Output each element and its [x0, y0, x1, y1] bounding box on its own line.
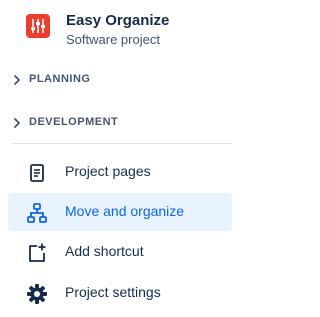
page-icon: [26, 162, 48, 184]
section-planning-label: PLANNING: [29, 73, 91, 85]
section-development-label: DEVELOPMENT: [29, 116, 119, 128]
section-planning[interactable]: PLANNING: [12, 71, 222, 91]
project-header[interactable]: Easy Organize Software project: [26, 12, 236, 48]
project-name: Easy Organize: [66, 12, 170, 29]
nav-item-label: Project pages: [65, 163, 151, 179]
project-logo-icon: [26, 14, 50, 38]
nav-item-project-pages[interactable]: Project pages: [8, 153, 232, 191]
section-development[interactable]: DEVELOPMENT: [12, 114, 222, 134]
nav-item-move-and-organize[interactable]: Move and organize: [8, 193, 232, 231]
nav-item-add-shortcut[interactable]: Add shortcut: [8, 233, 232, 271]
gear-icon: [26, 283, 48, 305]
chevron-right-icon: [14, 75, 20, 85]
nav-item-label: Move and organize: [65, 203, 185, 219]
add-shortcut-icon: [26, 242, 48, 264]
chevron-right-icon: [14, 118, 20, 128]
divider: [12, 143, 232, 144]
nav-item-label: Add shortcut: [65, 243, 144, 259]
nav-item-label: Project settings: [65, 284, 161, 300]
hierarchy-icon: [26, 202, 48, 224]
project-type: Software project: [66, 32, 160, 47]
nav-item-project-settings[interactable]: Project settings: [8, 274, 232, 312]
